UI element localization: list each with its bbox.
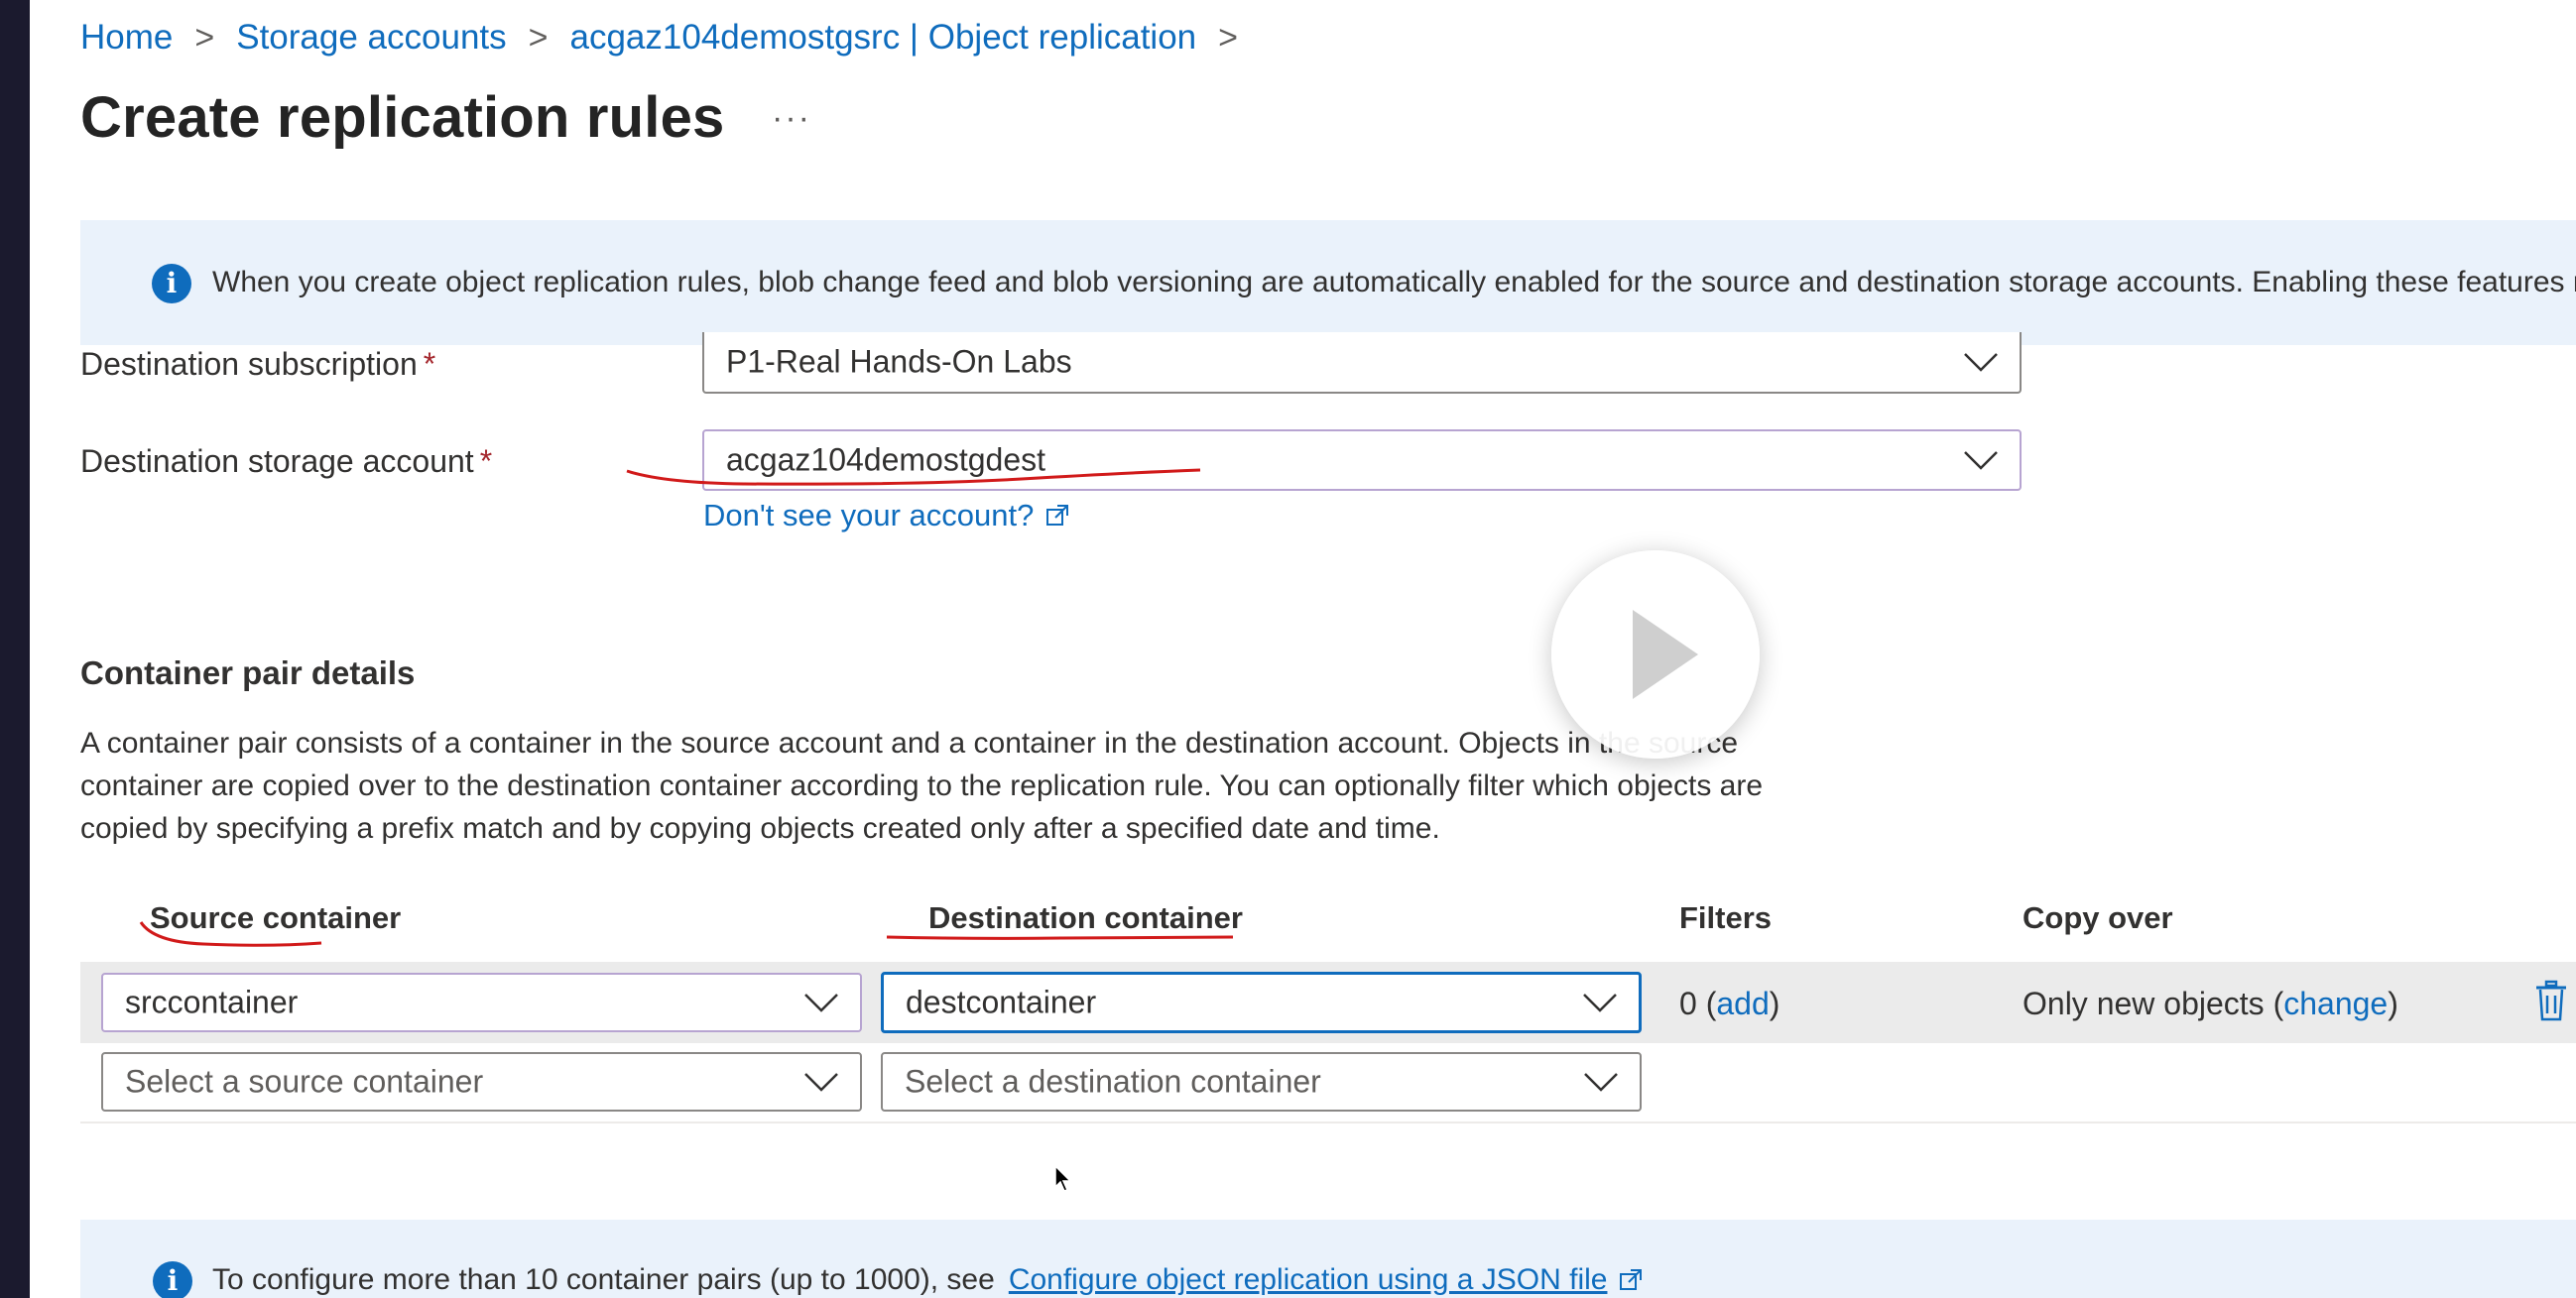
breadcrumb-separator: > <box>1218 18 1238 57</box>
new-source-container-dropdown[interactable]: Select a source container <box>101 1052 862 1112</box>
dont-see-account-link-text: Don't see your account? <box>703 498 1035 532</box>
destination-subscription-value: P1-Real Hands-On Labs <box>726 343 1072 380</box>
source-container-placeholder: Select a source container <box>125 1063 484 1100</box>
external-link-icon <box>1620 1269 1643 1290</box>
copy-over-text: Only new objects ( <box>2023 986 2284 1021</box>
info-icon: i <box>153 1261 192 1298</box>
mouse-cursor-icon <box>1054 1165 1072 1192</box>
bottom-info-banner: i To configure more than 10 container pa… <box>80 1220 2576 1298</box>
filters-header: Filters <box>1679 900 1773 935</box>
copy-over-header: Copy over <box>2023 900 2173 935</box>
info-icon: i <box>152 264 191 303</box>
external-link-icon <box>1046 505 1069 526</box>
destination-container-header: Destination container <box>928 900 1243 935</box>
more-options-button[interactable]: ··· <box>772 99 811 138</box>
info-banner-text: When you create object replication rules… <box>212 266 2576 298</box>
chevron-down-icon <box>804 1073 838 1092</box>
destination-subscription-label: Destination subscription * <box>80 346 435 383</box>
breadcrumb-separator: > <box>528 18 549 57</box>
bottom-banner-content: To configure more than 10 container pair… <box>212 1263 1643 1297</box>
change-copy-over-link[interactable]: change <box>2283 986 2388 1021</box>
breadcrumb: Home > Storage accounts > acgaz104demost… <box>80 16 1260 59</box>
description-line: container are copied over to the destina… <box>80 769 1764 802</box>
breadcrumb-storage-accounts[interactable]: Storage accounts <box>236 18 506 58</box>
filters-cell: 0 (add) <box>1679 986 1779 1022</box>
replication-page: Home > Storage accounts > acgaz104demost… <box>30 0 2576 1298</box>
destination-storage-account-value: acgaz104demostgdest <box>726 441 1045 478</box>
row-divider <box>80 1121 2576 1123</box>
chevron-down-icon <box>1583 994 1617 1012</box>
copy-over-close: ) <box>2388 986 2398 1021</box>
description-line: copied by specifying a prefix match and … <box>80 812 1440 845</box>
video-play-button[interactable] <box>1551 550 1760 759</box>
dont-see-account-link[interactable]: Don't see your account? <box>703 498 1069 533</box>
required-marker: * <box>479 443 493 479</box>
bottom-banner-text: To configure more than 10 container pair… <box>212 1263 995 1296</box>
json-configuration-link[interactable]: Configure object replication using a JSO… <box>1009 1263 1608 1297</box>
destination-storage-account-dropdown[interactable]: acgaz104demostgdest <box>702 429 2022 491</box>
filters-count: 0 ( <box>1679 986 1717 1021</box>
source-container-value: srccontainer <box>125 984 299 1020</box>
destination-storage-account-label-text: Destination storage account <box>80 443 474 479</box>
source-container-dropdown[interactable]: srccontainer <box>101 973 862 1032</box>
add-filter-link[interactable]: add <box>1716 986 1769 1021</box>
page-title: Create replication rules <box>80 85 725 150</box>
breadcrumb-object-replication[interactable]: acgaz104demostgsrc | Object replication <box>570 18 1197 58</box>
breadcrumb-home[interactable]: Home <box>80 18 173 58</box>
info-banner: i When you create object replication rul… <box>80 220 2576 345</box>
destination-container-value: destcontainer <box>906 984 1097 1020</box>
chevron-down-icon <box>1964 451 1998 470</box>
breadcrumb-separator: > <box>194 18 215 57</box>
destination-container-dropdown[interactable]: destcontainer <box>881 972 1642 1033</box>
required-marker: * <box>423 346 436 382</box>
destination-subscription-dropdown[interactable]: P1-Real Hands-On Labs <box>702 332 2022 394</box>
trash-icon[interactable] <box>2534 980 2568 1021</box>
chevron-down-icon <box>1584 1073 1618 1092</box>
filters-close: ) <box>1769 986 1780 1021</box>
source-container-header: Source container <box>150 900 402 935</box>
annotation-underline-destination <box>886 935 1234 940</box>
container-pair-details-title: Container pair details <box>80 654 416 691</box>
new-destination-container-dropdown[interactable]: Select a destination container <box>881 1052 1642 1112</box>
chevron-down-icon <box>1964 353 1998 372</box>
destination-storage-account-label: Destination storage account * <box>80 443 492 480</box>
chevron-down-icon <box>804 994 838 1012</box>
play-icon <box>1633 610 1698 699</box>
copy-over-cell: Only new objects (change) <box>2023 986 2398 1022</box>
destination-subscription-label-text: Destination subscription <box>80 346 418 382</box>
left-video-border <box>0 0 30 1298</box>
destination-container-placeholder: Select a destination container <box>905 1063 1321 1100</box>
